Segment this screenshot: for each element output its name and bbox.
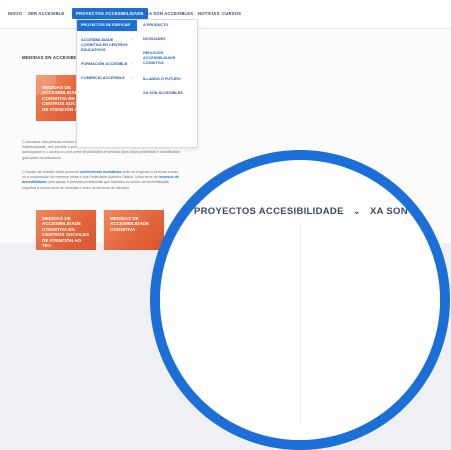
banner-title-3: MEDIDAS DE ACCESIBILIDADE COGNITIVA [110, 216, 150, 232]
dropdown-item-comercio-accesible[interactable]: › COMERCIO ACCESIBLE [77, 70, 137, 84]
zoom-nav-item-xa-son-accesibles[interactable]: XA SON ACCESIBLES [370, 206, 440, 217]
page: INICIO SER ACCESIBLE PROYECTOS ACCESIBIL… [0, 0, 451, 450]
chevron-right-icon: › [131, 38, 133, 42]
banner-image-2[interactable]: MEDIDAS DE ACCESIBILIDADE COGNITIVA EN C… [36, 210, 96, 250]
dropdown-item-proyectos-de-edificar[interactable]: PROYECTOS DE EDIFICAR [77, 20, 137, 31]
zoom-dropdown-panel [160, 224, 440, 440]
dropdown-item-reducion-accesibilidade[interactable]: REDUCIÓN ACCESIBILIDADE COGNITIVA [139, 45, 197, 69]
zoom-magnifier: PROYECTOS ACCESIBILIDADE ⌄ XA SON ACCESI… [150, 150, 450, 450]
top-navigation: INICIO SER ACCESIBLE PROYECTOS ACCESIBIL… [0, 0, 451, 29]
nav-item-proyectos-accesibilidade[interactable]: PROYECTOS ACCESIBILIDADE [72, 8, 148, 19]
paragraph-2-link-conferencias[interactable]: conferencias formativas [80, 170, 121, 174]
chevron-right-icon: › [131, 76, 133, 80]
paragraph-2: O equipo de traballo deste proxecto conf… [22, 170, 182, 191]
nav-item-xa-son-accesibles[interactable]: XA SON ACCESIBLES [146, 11, 193, 16]
chevron-right-icon: › [131, 62, 133, 66]
chevron-down-icon: ⌄ [352, 206, 361, 217]
nav-item-noticias[interactable]: NOTICIAS [198, 11, 220, 16]
dropdown-item-xa-son-accesibles[interactable]: XA SON ACCESIBLES [139, 85, 197, 99]
nav-item-ser-accesible[interactable]: SER ACCESIBLE [28, 11, 64, 16]
dropdown-item-novidades[interactable]: NOVIDADES [139, 31, 197, 45]
dropdown-item-label: FORMACIÓN ACCESIBLE [81, 62, 128, 66]
paragraph-2-text: O equipo de traballo deste proxecto [22, 170, 80, 174]
dropdown-right-column: A PRODUCTO NOVIDADES REDUCIÓN ACCESIBILI… [139, 20, 197, 99]
dropdown-item-label: ACCESIBILIDADE COGNITIVA EN CENTROS EDUC… [81, 38, 128, 52]
zoom-divider [300, 224, 301, 424]
nav-item-inicio[interactable]: INICIO [8, 11, 22, 16]
banner-title-2: MEDIDAS DE ACCESIBILIDADE COGNITIVA EN C… [42, 216, 90, 249]
dropdown-left-column: PROYECTOS DE EDIFICAR › ACCESIBILIDADE C… [77, 20, 137, 84]
projects-dropdown-menu: PROYECTOS DE EDIFICAR › ACCESIBILIDADE C… [76, 19, 198, 148]
dropdown-item-illando-o-futuro[interactable]: ILLANDO O FUTURO [139, 69, 197, 85]
dropdown-item-label: COMERCIO ACCESIBLE [81, 76, 125, 80]
banner-image-3[interactable]: MEDIDAS DE ACCESIBILIDADE COGNITIVA [104, 210, 164, 250]
dropdown-item-formacion-accesible[interactable]: › FORMACIÓN ACCESIBLE [77, 56, 137, 70]
nav-item-cursos[interactable]: CURSOS [222, 11, 241, 16]
dropdown-item-accesibilidade-cognitiva[interactable]: › ACCESIBILIDADE COGNITIVA EN CENTROS ED… [77, 32, 137, 56]
dropdown-item-a-producto[interactable]: A PRODUCTO [139, 20, 197, 31]
zoom-nav-item-proyectos[interactable]: PROYECTOS ACCESIBILIDADE ⌄ [194, 206, 361, 217]
zoom-content: PROYECTOS ACCESIBILIDADE ⌄ XA SON ACCESI… [160, 160, 440, 440]
zoom-nav-label: PROYECTOS ACCESIBILIDADE [194, 206, 344, 217]
